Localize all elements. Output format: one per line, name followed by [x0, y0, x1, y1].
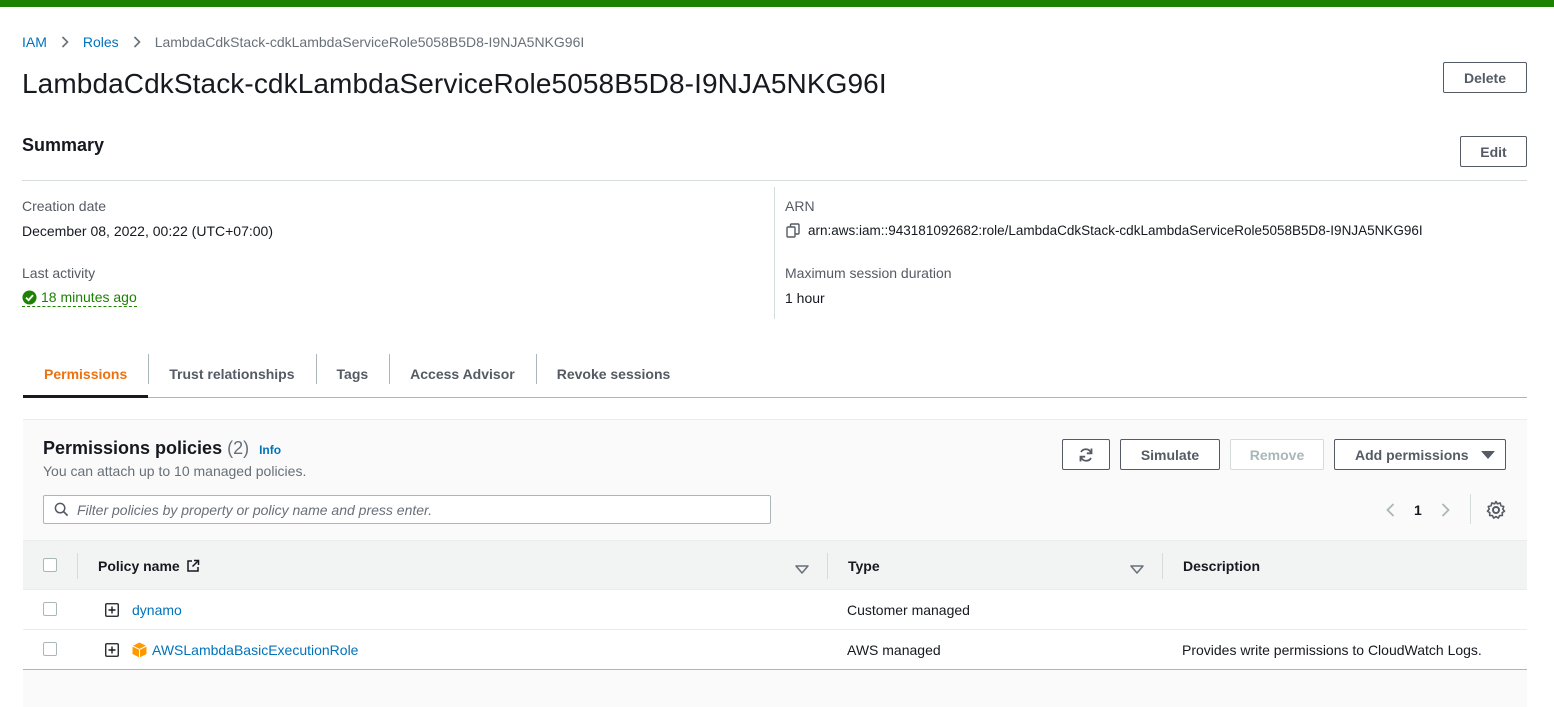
policy-count: (2)	[227, 438, 250, 458]
refresh-icon	[1078, 447, 1094, 463]
permissions-policies-title: Permissions policies	[43, 438, 223, 458]
chevron-right-icon	[61, 36, 69, 48]
last-activity-label: Last activity	[22, 265, 96, 281]
session-duration-label: Maximum session duration	[785, 265, 952, 281]
refresh-button[interactable]	[1062, 439, 1110, 470]
gear-icon[interactable]	[1486, 500, 1506, 523]
tab-tags[interactable]: Tags	[315, 350, 390, 397]
table-header: Policy name Type Description	[23, 540, 1527, 590]
sort-caret-icon[interactable]	[1130, 561, 1144, 577]
last-activity-text: 18 minutes ago	[41, 289, 137, 305]
last-activity-value[interactable]: 18 minutes ago	[22, 289, 137, 307]
external-link-icon	[186, 559, 200, 573]
summary-divider	[22, 180, 1527, 181]
simulate-button[interactable]: Simulate	[1120, 439, 1220, 470]
search-icon	[54, 502, 69, 517]
breadcrumb-current: LambdaCdkStack-cdkLambdaServiceRole5058B…	[154, 34, 585, 50]
session-duration-value: 1 hour	[785, 290, 825, 306]
policy-type: Customer managed	[847, 602, 970, 618]
column-header-description: Description	[1183, 558, 1261, 574]
expand-icon[interactable]	[105, 643, 119, 657]
summary-heading: Summary	[22, 135, 105, 155]
chevron-right-icon	[133, 36, 141, 48]
search-input[interactable]	[77, 501, 717, 518]
policies-description: You can attach up to 10 managed policies…	[43, 463, 307, 479]
column-header-policy-name[interactable]: Policy name	[98, 541, 200, 591]
table-row: dynamo Customer managed	[23, 590, 1527, 630]
arn-label: ARN	[785, 198, 815, 214]
row-checkbox[interactable]	[43, 642, 57, 656]
creation-date-label: Creation date	[22, 198, 107, 214]
copy-icon[interactable]	[786, 223, 800, 238]
policy-link[interactable]: dynamo	[132, 602, 182, 618]
aws-managed-cube-icon	[132, 642, 147, 658]
policy-link[interactable]: AWSLambdaBasicExecutionRole	[152, 642, 358, 658]
add-permissions-button[interactable]: Add permissions	[1334, 439, 1506, 470]
policy-name-header-label: Policy name	[98, 558, 180, 574]
caret-down-icon	[1480, 450, 1495, 459]
table-row: AWSLambdaBasicExecutionRole AWS managed …	[23, 630, 1527, 670]
chevron-right-icon[interactable]	[1436, 503, 1456, 517]
page-number[interactable]: 1	[1414, 502, 1422, 518]
breadcrumb: IAM Roles LambdaCdkStack-cdkLambdaServic…	[22, 33, 584, 51]
check-circle-icon	[22, 289, 41, 305]
breadcrumb-link-iam[interactable]: IAM	[22, 34, 47, 50]
chevron-left-icon[interactable]	[1380, 503, 1400, 517]
status-bar	[0, 0, 1554, 7]
arn-value: arn:aws:iam::943181092682:role/LambdaCdk…	[808, 223, 1423, 238]
policy-type: AWS managed	[847, 642, 941, 658]
delete-button[interactable]: Delete	[1443, 62, 1527, 93]
row-checkbox[interactable]	[43, 602, 57, 616]
sort-caret-icon[interactable]	[795, 561, 809, 577]
column-divider	[77, 553, 78, 579]
select-all-checkbox[interactable]	[43, 558, 57, 572]
remove-button[interactable]: Remove	[1230, 439, 1324, 470]
arn-row: arn:aws:iam::943181092682:role/LambdaCdk…	[786, 223, 1423, 238]
tab-access-advisor[interactable]: Access Advisor	[389, 350, 536, 397]
info-link[interactable]: Info	[259, 443, 281, 457]
policy-search	[43, 495, 771, 524]
policies-table: Policy name Type Description dynamo Cust…	[23, 540, 1527, 670]
tab-revoke-sessions[interactable]: Revoke sessions	[535, 350, 692, 397]
policy-description: Provides write permissions to CloudWatch…	[1182, 642, 1482, 658]
permissions-policies-heading: Permissions policies (2) Info	[43, 438, 281, 459]
tab-permissions[interactable]: Permissions	[23, 350, 149, 398]
expand-icon[interactable]	[105, 603, 119, 617]
pagination: 1	[1380, 497, 1456, 523]
column-header-type[interactable]: Type	[848, 541, 880, 591]
creation-date-value: December 08, 2022, 00:22 (UTC+07:00)	[22, 223, 273, 239]
tab-bar: Permissions Trust relationships Tags Acc…	[23, 350, 1527, 398]
breadcrumb-link-roles[interactable]: Roles	[83, 34, 119, 50]
tab-trust-relationships[interactable]: Trust relationships	[148, 350, 315, 397]
edit-button[interactable]: Edit	[1460, 136, 1527, 167]
column-divider	[827, 553, 828, 579]
column-divider	[1162, 553, 1163, 579]
column-divider	[774, 187, 775, 319]
add-permissions-label: Add permissions	[1355, 446, 1469, 463]
page-title: LambdaCdkStack-cdkLambdaServiceRole5058B…	[22, 68, 887, 99]
pager-divider	[1470, 494, 1471, 524]
